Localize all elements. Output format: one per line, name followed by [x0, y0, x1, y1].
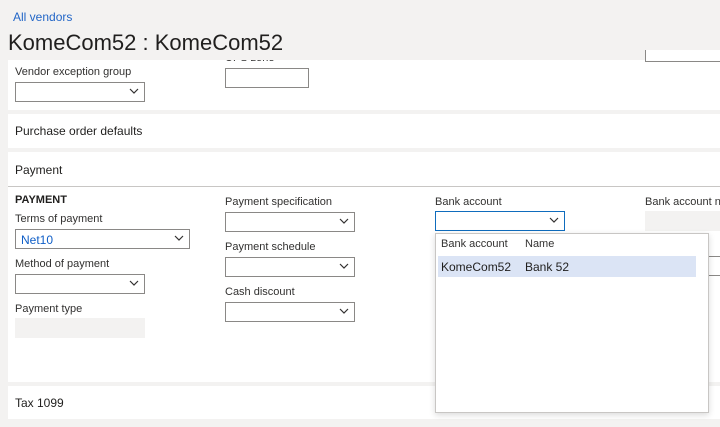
chevron-down-icon	[174, 235, 184, 241]
lookup-cell-bank-account: KomeCom52	[441, 260, 512, 274]
vendor-exception-group-label: Vendor exception group	[15, 66, 132, 78]
card-top-section: Vendor exception group UPS zone	[8, 50, 720, 110]
bank-account-combo[interactable]	[435, 211, 565, 231]
bank-account-n-value	[645, 211, 720, 231]
cash-discount-combo[interactable]	[225, 302, 355, 322]
chevron-down-icon	[549, 217, 559, 223]
purchase-order-defaults-title[interactable]: Purchase order defaults	[15, 124, 142, 138]
bank-account-label: Bank account	[435, 196, 502, 208]
card-purchase-order-defaults[interactable]: Purchase order defaults	[8, 114, 720, 148]
payment-section-title[interactable]: Payment	[15, 163, 62, 177]
terms-of-payment-value: Net10	[21, 233, 54, 247]
breadcrumb-all-vendors[interactable]: All vendors	[13, 10, 72, 24]
method-of-payment-label: Method of payment	[15, 258, 110, 270]
bank-account-lookup-dropdown: Bank account Name KomeCom52 Bank 52	[435, 233, 709, 413]
payment-schedule-combo[interactable]	[225, 257, 355, 277]
terms-of-payment-label: Terms of payment	[15, 213, 103, 225]
ups-zone-input[interactable]	[225, 68, 309, 88]
payment-group-heading: PAYMENT	[15, 194, 67, 206]
chevron-down-icon	[339, 218, 349, 224]
payment-type-label: Payment type	[15, 303, 83, 315]
payment-type-value	[15, 318, 145, 338]
tax-1099-title[interactable]: Tax 1099	[15, 396, 64, 410]
payment-specification-label: Payment specification	[225, 196, 332, 208]
column-header-bank-account[interactable]: Bank account	[441, 238, 508, 250]
lookup-cell-name: Bank 52	[525, 260, 570, 274]
terms-of-payment-combo[interactable]: Net10	[15, 229, 190, 249]
cash-discount-label: Cash discount	[225, 286, 295, 298]
payment-schedule-label: Payment schedule	[225, 241, 316, 253]
method-of-payment-combo[interactable]	[15, 274, 145, 294]
bank-account-n-label: Bank account n	[645, 196, 720, 208]
chevron-down-icon	[129, 88, 139, 94]
column-header-name[interactable]: Name	[525, 238, 554, 250]
page-title: KomeCom52 : KomeCom52	[8, 30, 284, 55]
section-divider	[8, 186, 720, 187]
chevron-down-icon	[339, 263, 349, 269]
payment-specification-combo[interactable]	[225, 212, 355, 232]
right-field-input[interactable]	[645, 50, 720, 62]
vendor-exception-group-combo[interactable]	[15, 82, 145, 102]
chevron-down-icon	[129, 280, 139, 286]
chevron-down-icon	[339, 308, 349, 314]
lookup-row[interactable]: KomeCom52 Bank 52	[438, 256, 696, 277]
